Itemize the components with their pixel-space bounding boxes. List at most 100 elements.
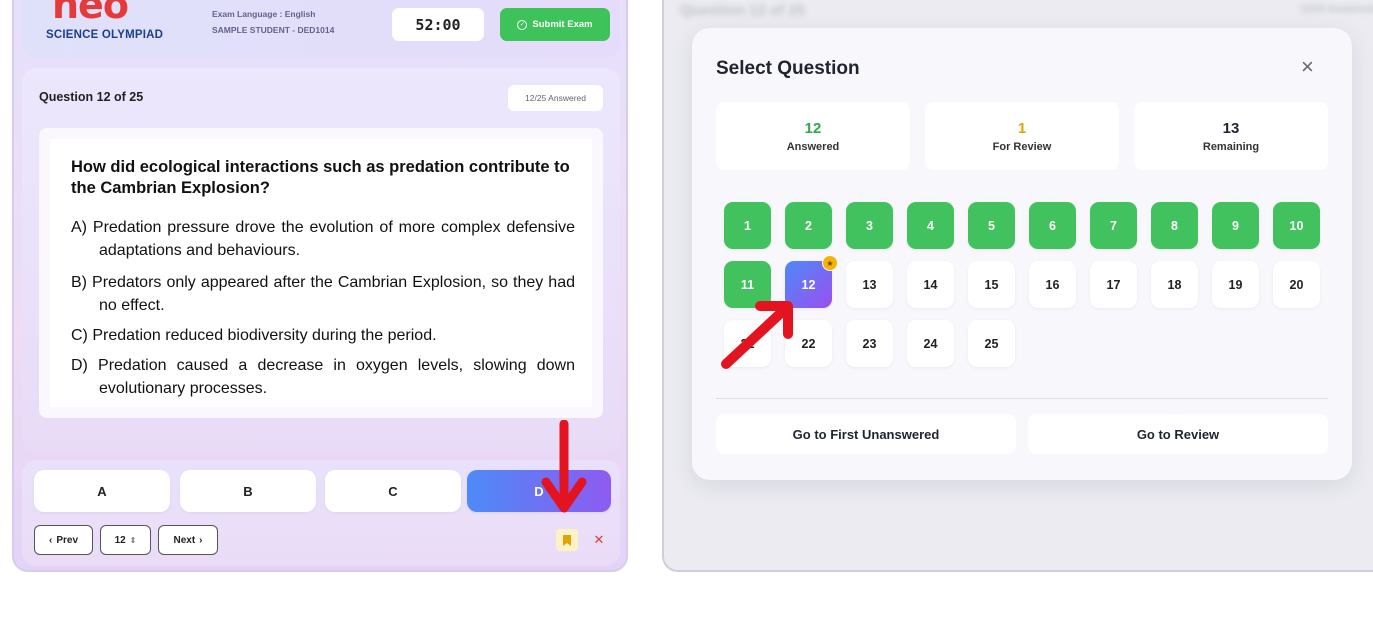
question-counter: Question 12 of 25 — [39, 90, 144, 104]
question-button-17[interactable]: 17 — [1090, 261, 1137, 308]
check-circle-icon: ✓ — [517, 19, 528, 30]
question-text: How did ecological interactions such as … — [71, 158, 570, 197]
question-button-20[interactable]: 20 — [1273, 261, 1320, 308]
question-button-16[interactable]: 16 — [1029, 261, 1076, 308]
question-body: How did ecological interactions such as … — [50, 139, 592, 407]
question-select[interactable]: 12 ⇕ — [100, 525, 151, 555]
stat-remaining-label: Remaining — [1202, 140, 1260, 153]
background-question-counter: Question 12 of 25 — [680, 2, 806, 19]
question-number: 20 — [1289, 277, 1304, 292]
next-button[interactable]: Next › — [158, 525, 218, 555]
question-number: 12 — [801, 277, 816, 292]
question-button-19[interactable]: 19 — [1212, 261, 1259, 308]
question-number: 9 — [1232, 218, 1239, 233]
question-number: 18 — [1167, 277, 1182, 292]
prev-label: Prev — [56, 534, 79, 546]
select-question-modal: Select Question × 12 Answered 1 For Revi… — [692, 28, 1352, 480]
next-label: Next — [173, 534, 196, 546]
question-number: 2 — [805, 218, 812, 233]
question-button-24[interactable]: 24 — [907, 320, 954, 367]
close-icon[interactable]: ✕ — [588, 529, 610, 551]
stat-remaining-value: 13 — [1222, 119, 1240, 137]
exam-panel: neo SCIENCE OLYMPIAD Exam Language : Eng… — [12, 0, 628, 572]
stat-remaining: 13 Remaining — [1134, 102, 1328, 170]
stat-answered-value: 12 — [804, 119, 822, 137]
bookmark-button[interactable] — [556, 529, 578, 551]
option-c: C) Predation reduced biodiversity during… — [71, 327, 437, 344]
question-button-1[interactable]: 1 — [724, 202, 771, 249]
go-first-unanswered-button[interactable]: Go to First Unanswered — [716, 414, 1016, 454]
question-number: 1 — [744, 218, 751, 233]
answer-footer: A B C D ‹ Prev 12 ⇕ Next › ✕ — [22, 460, 620, 566]
question-button-5[interactable]: 5 — [968, 202, 1015, 249]
question-button-25[interactable]: 25 — [968, 320, 1015, 367]
divider — [716, 398, 1328, 399]
stat-answered: 12 Answered — [716, 102, 910, 170]
question-button-3[interactable]: 3 — [846, 202, 893, 249]
exam-language: Exam Language : English — [212, 9, 316, 19]
answer-c-button[interactable]: C — [325, 470, 461, 512]
bookmark-icon — [563, 534, 571, 546]
question-button-15[interactable]: 15 — [968, 261, 1015, 308]
question-button-13[interactable]: 13 — [846, 261, 893, 308]
submit-exam-label: Submit Exam — [532, 19, 593, 30]
background-answered-badge: 12/25 Answered — [1300, 4, 1373, 15]
question-number: 13 — [862, 277, 877, 292]
question-select-value: 12 — [114, 534, 126, 546]
question-number: 6 — [1049, 218, 1056, 233]
modal-title: Select Question — [716, 58, 860, 79]
question-number: 8 — [1171, 218, 1178, 233]
student-name: SAMPLE STUDENT - DED1014 — [212, 25, 335, 35]
option-b: B) Predators only appeared after the Cam… — [71, 274, 575, 314]
chevron-right-icon: › — [199, 534, 203, 546]
stat-review: 1 For Review — [925, 102, 1119, 170]
question-button-11[interactable]: 11 — [724, 261, 771, 308]
question-button-22[interactable]: 22 — [785, 320, 832, 367]
question-number: 11 — [740, 277, 755, 292]
answer-b-button[interactable]: B — [180, 470, 316, 512]
question-select-screen: Question 12 of 25 12/25 Answered Select … — [662, 0, 1373, 572]
question-button-12[interactable]: 12 ★ — [785, 255, 838, 308]
question-number: 25 — [984, 336, 999, 351]
exam-header: neo SCIENCE OLYMPIAD Exam Language : Eng… — [22, 0, 620, 58]
question-button-23[interactable]: 23 — [846, 320, 893, 367]
submit-exam-button[interactable]: ✓ Submit Exam — [500, 8, 610, 41]
question-button-4[interactable]: 4 — [907, 202, 954, 249]
question-number: 4 — [927, 218, 934, 233]
close-icon[interactable]: × — [1301, 56, 1314, 78]
exam-timer: 52:00 — [392, 8, 484, 41]
prev-button[interactable]: ‹ Prev — [34, 525, 93, 555]
question-number: 15 — [984, 277, 999, 292]
question-number: 17 — [1106, 277, 1121, 292]
question-button-6[interactable]: 6 — [1029, 202, 1076, 249]
question-button-21[interactable]: 21 — [724, 320, 771, 367]
question-button-14[interactable]: 14 — [907, 261, 954, 308]
stat-review-label: For Review — [992, 140, 1052, 153]
question-number: 14 — [923, 277, 938, 292]
question-frame: How did ecological interactions such as … — [39, 128, 603, 418]
question-button-7[interactable]: 7 — [1090, 202, 1137, 249]
question-button-9[interactable]: 9 — [1212, 202, 1259, 249]
question-card: Question 12 of 25 12/25 Answered How did… — [22, 68, 620, 452]
go-to-review-button[interactable]: Go to Review — [1028, 414, 1328, 454]
answer-d-button[interactable]: D — [467, 470, 611, 512]
question-number: 23 — [862, 336, 877, 351]
question-number: 19 — [1228, 277, 1243, 292]
question-button-18[interactable]: 18 — [1151, 261, 1198, 308]
logo-text: SCIENCE OLYMPIAD — [46, 29, 164, 41]
question-button-8[interactable]: 8 — [1151, 202, 1198, 249]
question-number: 5 — [988, 218, 995, 233]
question-number: 21 — [740, 336, 755, 351]
option-a: A) Predation pressure drove the evolutio… — [71, 219, 575, 259]
logo-art: neo — [52, 0, 129, 27]
chevron-left-icon: ‹ — [48, 534, 53, 546]
question-number: 22 — [801, 336, 816, 351]
answer-a-button[interactable]: A — [34, 470, 170, 512]
answered-badge: 12/25 Answered — [508, 85, 603, 111]
question-number: 24 — [923, 336, 938, 351]
question-button-2[interactable]: 2 — [785, 202, 832, 249]
question-button-10[interactable]: 10 — [1273, 202, 1320, 249]
question-number: 7 — [1110, 218, 1117, 233]
review-star-icon: ★ — [822, 255, 838, 271]
question-number: 16 — [1045, 277, 1060, 292]
